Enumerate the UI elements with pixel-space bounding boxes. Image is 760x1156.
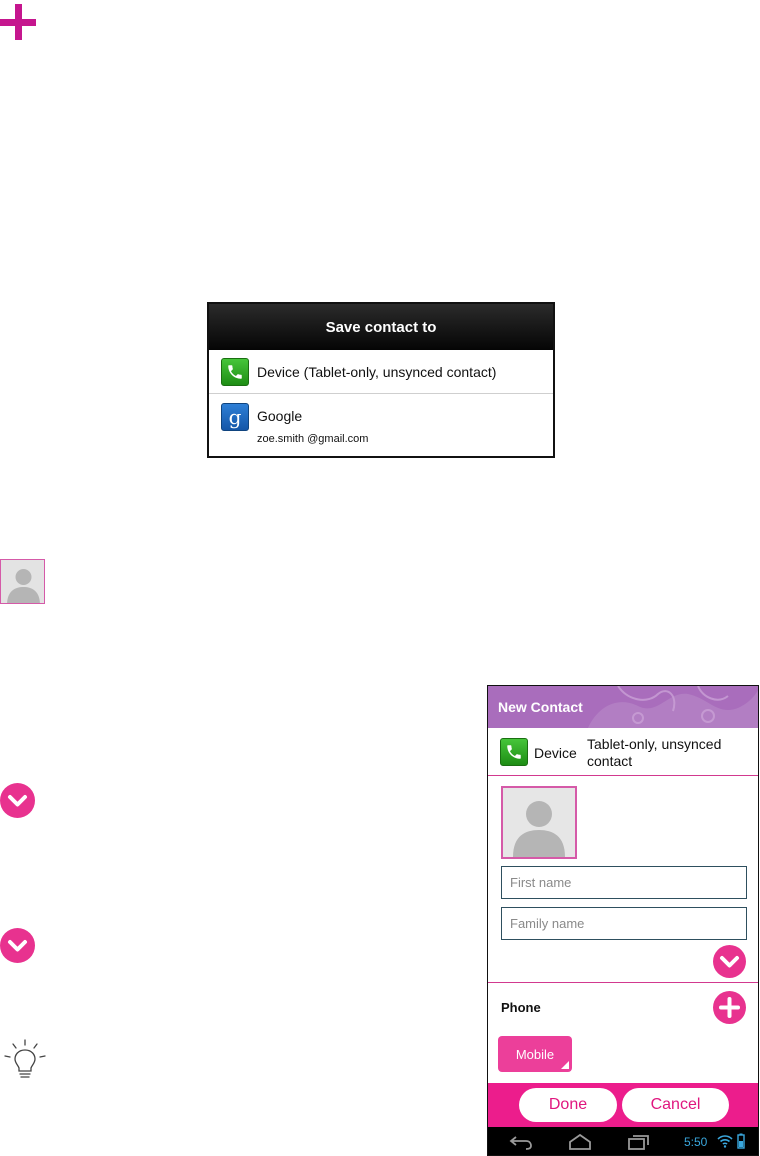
action-bar: Done Cancel [488,1083,758,1127]
expand-name-button[interactable] [713,945,746,978]
cancel-button[interactable]: Cancel [622,1088,729,1122]
dialog-title: Save contact to [209,304,553,350]
dropdown-corner-icon [561,1061,569,1069]
option-device[interactable]: Device (Tablet-only, unsynced contact) [209,350,553,394]
option-google-email: zoe.smith @gmail.com [257,433,369,445]
chevron-down-icon [0,928,35,963]
first-name-input[interactable] [501,866,747,899]
recent-apps-icon[interactable] [626,1132,652,1152]
plus-icon [719,997,740,1018]
home-icon[interactable] [567,1132,593,1152]
system-nav-bar: 5:50 [488,1127,758,1155]
chevron-down-icon [720,956,739,968]
status-time: 5:50 [684,1135,708,1149]
lightbulb-icon [3,1038,49,1084]
avatar-placeholder-icon [0,559,45,604]
phone-type-select[interactable]: Mobile [498,1036,572,1072]
name-section [488,776,758,983]
chevron-down-icon [0,783,35,818]
option-google-label: Google [257,408,303,424]
account-row[interactable]: Device Tablet-only, unsynced contact [488,728,758,776]
new-contact-screen: New Contact Device Tablet-only, unsynced… [487,685,759,1156]
account-description: Tablet-only, unsynced contact [587,736,722,769]
account-name: Device [534,745,577,761]
back-icon[interactable] [508,1132,534,1152]
phone-icon [500,738,528,766]
phone-label: Phone [501,1000,541,1015]
wifi-icon [717,1135,733,1148]
family-name-input[interactable] [501,907,747,940]
contact-photo[interactable] [501,786,577,859]
done-button[interactable]: Done [519,1088,617,1122]
phone-section: Phone Mobile [488,983,758,1080]
option-device-label: Device (Tablet-only, unsynced contact) [257,364,497,380]
google-icon: g [221,403,249,431]
add-phone-button[interactable] [713,991,746,1024]
screen-title: New Contact [498,699,583,715]
plus-icon [0,4,36,40]
phone-icon [221,358,249,386]
floral-pattern-icon [588,686,758,728]
phone-type-label: Mobile [515,1046,555,1062]
save-contact-dialog: Save contact to Device (Tablet-only, uns… [207,302,555,458]
battery-icon [737,1133,745,1149]
screen-header: New Contact [488,686,758,728]
avatar-placeholder-icon [503,788,575,857]
option-google[interactable]: g Google zoe.smith @gmail.com [209,394,553,456]
